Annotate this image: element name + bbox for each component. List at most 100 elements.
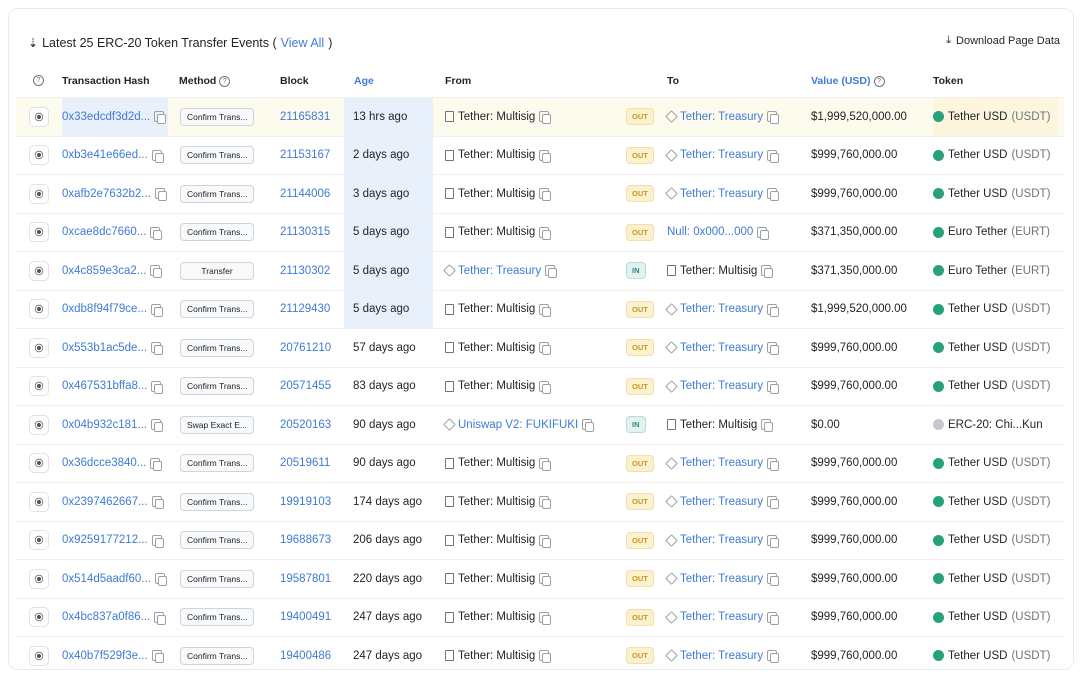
- copy-icon[interactable]: [150, 226, 163, 240]
- copy-icon[interactable]: [767, 457, 780, 471]
- copy-icon[interactable]: [151, 419, 164, 433]
- copy-icon[interactable]: [539, 650, 552, 664]
- to-address[interactable]: Tether: Treasury: [680, 342, 763, 354]
- token-name-link[interactable]: ERC-20: Chi...Kun: [948, 419, 1043, 431]
- to-address[interactable]: Tether: Treasury: [680, 149, 763, 161]
- transaction-hash-link[interactable]: 0xafb2e7632b2...: [62, 188, 151, 200]
- copy-icon[interactable]: [539, 226, 552, 240]
- eye-icon[interactable]: [29, 106, 49, 127]
- copy-icon[interactable]: [757, 226, 770, 240]
- copy-icon[interactable]: [539, 534, 552, 548]
- transaction-hash-link[interactable]: 0x04b932c181...: [62, 419, 147, 431]
- block-link[interactable]: 20520163: [280, 419, 331, 431]
- transaction-hash-link[interactable]: 0x514d5aadf60...: [62, 573, 151, 585]
- to-address[interactable]: Tether: Treasury: [680, 457, 763, 469]
- eye-icon[interactable]: [29, 145, 49, 166]
- block-link[interactable]: 20519611: [280, 457, 330, 469]
- eye-icon[interactable]: [29, 260, 49, 281]
- from-address[interactable]: Uniswap V2: FUKIFUKI: [458, 419, 578, 431]
- block-link[interactable]: 19400491: [280, 611, 331, 623]
- copy-icon[interactable]: [151, 650, 164, 664]
- eye-icon[interactable]: [29, 453, 49, 474]
- transaction-hash-link[interactable]: 0x467531bffa8...: [62, 380, 147, 392]
- copy-icon[interactable]: [151, 496, 164, 510]
- copy-icon[interactable]: [150, 457, 163, 471]
- to-address[interactable]: Tether: Treasury: [680, 534, 763, 546]
- copy-icon[interactable]: [154, 188, 167, 202]
- block-link[interactable]: 21153167: [280, 149, 330, 161]
- token-name-link[interactable]: Tether USD: [948, 111, 1007, 123]
- to-address[interactable]: Tether: Multisig: [680, 419, 757, 431]
- token-name-link[interactable]: Tether USD: [948, 611, 1007, 623]
- copy-icon[interactable]: [545, 265, 558, 279]
- copy-icon[interactable]: [154, 111, 167, 125]
- token-name-link[interactable]: Euro Tether: [948, 226, 1007, 238]
- sort-down-icon[interactable]: ⇣: [28, 36, 38, 50]
- block-link[interactable]: 19688673: [280, 534, 331, 546]
- copy-icon[interactable]: [767, 534, 780, 548]
- column-value[interactable]: Value (USD)?: [811, 75, 885, 87]
- copy-icon[interactable]: [767, 650, 780, 664]
- copy-icon[interactable]: [151, 149, 164, 163]
- copy-icon[interactable]: [154, 573, 167, 587]
- eye-icon[interactable]: [29, 299, 49, 320]
- block-link[interactable]: 21165831: [280, 111, 330, 123]
- token-name-link[interactable]: Tether USD: [948, 342, 1007, 354]
- block-link[interactable]: 20761210: [280, 342, 331, 354]
- to-address[interactable]: Tether: Treasury: [680, 611, 763, 623]
- copy-icon[interactable]: [767, 303, 780, 317]
- block-link[interactable]: 19587801: [280, 573, 331, 585]
- to-address[interactable]: Tether: Treasury: [680, 650, 763, 662]
- from-address[interactable]: Tether: Multisig: [458, 534, 535, 546]
- transaction-hash-link[interactable]: 0xdb8f94f79ce...: [62, 303, 147, 315]
- eye-icon[interactable]: [29, 607, 49, 628]
- download-page-data-button[interactable]: ⤓ Download Page Data: [946, 34, 1060, 47]
- copy-icon[interactable]: [150, 265, 163, 279]
- copy-icon[interactable]: [767, 611, 780, 625]
- from-address[interactable]: Tether: Multisig: [458, 573, 535, 585]
- copy-icon[interactable]: [539, 188, 552, 202]
- to-address[interactable]: Null: 0x000...000: [667, 226, 753, 238]
- copy-icon[interactable]: [539, 457, 552, 471]
- copy-icon[interactable]: [582, 419, 595, 433]
- transaction-hash-link[interactable]: 0xcae8dc7660...: [62, 226, 146, 238]
- transaction-hash-link[interactable]: 0xb3e41e66ed...: [62, 149, 148, 161]
- eye-icon[interactable]: [29, 530, 49, 551]
- token-name-link[interactable]: Tether USD: [948, 149, 1007, 161]
- eye-icon[interactable]: [29, 491, 49, 512]
- token-name-link[interactable]: Tether USD: [948, 650, 1007, 662]
- from-address[interactable]: Tether: Multisig: [458, 226, 535, 238]
- copy-icon[interactable]: [151, 380, 164, 394]
- from-address[interactable]: Tether: Multisig: [458, 342, 535, 354]
- column-age[interactable]: Age: [354, 75, 374, 87]
- to-address[interactable]: Tether: Treasury: [680, 111, 763, 123]
- copy-icon[interactable]: [539, 380, 552, 394]
- token-name-link[interactable]: Tether USD: [948, 573, 1007, 585]
- token-name-link[interactable]: Euro Tether: [948, 265, 1007, 277]
- transaction-hash-link[interactable]: 0x9259177212...: [62, 534, 148, 546]
- copy-icon[interactable]: [539, 342, 552, 356]
- copy-icon[interactable]: [539, 303, 552, 317]
- block-link[interactable]: 19400486: [280, 650, 331, 662]
- from-address[interactable]: Tether: Multisig: [458, 611, 535, 623]
- copy-icon[interactable]: [767, 188, 780, 202]
- method-info-icon[interactable]: ?: [219, 75, 231, 87]
- to-address[interactable]: Tether: Treasury: [680, 573, 763, 585]
- copy-icon[interactable]: [539, 111, 552, 125]
- from-address[interactable]: Tether: Treasury: [458, 265, 541, 277]
- transaction-hash-link[interactable]: 0x4c859e3ca2...: [62, 265, 146, 277]
- copy-icon[interactable]: [761, 419, 774, 433]
- block-link[interactable]: 21129430: [280, 303, 330, 315]
- token-name-link[interactable]: Tether USD: [948, 496, 1007, 508]
- transaction-hash-link[interactable]: 0x36dcce3840...: [62, 457, 146, 469]
- transaction-hash-link[interactable]: 0x553b1ac5de...: [62, 342, 147, 354]
- from-address[interactable]: Tether: Multisig: [458, 149, 535, 161]
- copy-icon[interactable]: [539, 573, 552, 587]
- from-address[interactable]: Tether: Multisig: [458, 303, 535, 315]
- copy-icon[interactable]: [539, 496, 552, 510]
- to-address[interactable]: Tether: Multisig: [680, 265, 757, 277]
- eye-icon[interactable]: [29, 568, 49, 589]
- copy-icon[interactable]: [151, 534, 164, 548]
- from-address[interactable]: Tether: Multisig: [458, 457, 535, 469]
- token-name-link[interactable]: Tether USD: [948, 303, 1007, 315]
